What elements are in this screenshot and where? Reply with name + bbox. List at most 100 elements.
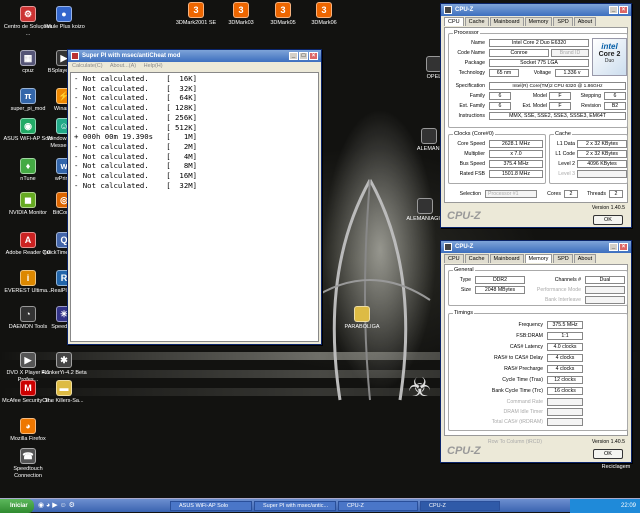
processor-group-title: Processor bbox=[453, 30, 480, 36]
rcd-value: 4 clocks bbox=[547, 354, 583, 362]
task-asus-wifi[interactable]: ASUS WiFi-AP Solo bbox=[170, 501, 252, 511]
desktop-icon-label: PARABOLIGA bbox=[344, 324, 380, 330]
stepping-value: 6 bbox=[604, 92, 626, 100]
tray-clock[interactable]: 22:09 bbox=[621, 503, 636, 509]
level3-value bbox=[577, 170, 627, 178]
tab-cpu[interactable]: CPU bbox=[444, 254, 464, 263]
tab-spd[interactable]: SPD bbox=[553, 254, 573, 263]
rp-label: RAS# Precharge bbox=[504, 366, 543, 372]
timings-group-title: Timings bbox=[453, 310, 475, 316]
app-icon: ◔ bbox=[20, 306, 36, 322]
task-cpuz-2[interactable]: CPU-Z bbox=[420, 501, 500, 511]
quicklaunch-icons[interactable]: ◉ ◕ ▶ ☺ ⚙ bbox=[38, 501, 75, 509]
cache-group: Cache L1 Data 2 x 32 KBytes L1 Code 2 x … bbox=[549, 131, 628, 184]
family-value: 6 bbox=[489, 92, 511, 100]
app-icon: ▦ bbox=[20, 50, 36, 66]
app-icon: 3 bbox=[316, 2, 332, 18]
menu-calculate[interactable]: Calculate(C) bbox=[72, 63, 103, 69]
timings-group: Timings Frequency 375.5 MHz FSB:DRAM 1:1… bbox=[448, 310, 628, 431]
app-icon: M bbox=[20, 380, 36, 396]
start-button[interactable]: Iniciar bbox=[0, 499, 34, 513]
minimize-icon[interactable]: _ bbox=[609, 6, 618, 14]
maximize-icon[interactable]: □ bbox=[299, 52, 308, 60]
desktop-icon[interactable]: PARABOLIGA bbox=[336, 306, 388, 331]
trc-label: Bank Cycle Time (Trc) bbox=[491, 388, 543, 394]
result-line: - Not calculated. [ 512K] bbox=[74, 122, 198, 132]
desktop-icon[interactable]: ◕ Mozilla Firefox bbox=[2, 418, 54, 443]
result-line: - Not calculated. [ 256K] bbox=[74, 112, 198, 122]
cores-label: Cores bbox=[547, 191, 561, 197]
close-icon[interactable]: × bbox=[619, 6, 628, 14]
tab-spd[interactable]: SPD bbox=[553, 17, 573, 26]
selection-dropdown[interactable]: Processor #1 bbox=[485, 190, 537, 198]
frequency-label: Frequency bbox=[518, 322, 543, 328]
tab-about[interactable]: About bbox=[573, 17, 597, 26]
size-value: 2048 MBytes bbox=[475, 286, 525, 294]
cpuz-titlebar[interactable]: CPU-Z _ × bbox=[441, 241, 631, 253]
tab-about[interactable]: About bbox=[573, 254, 597, 263]
cr-value bbox=[547, 398, 583, 406]
threads-label: Threads bbox=[586, 191, 606, 197]
result-line: - Not calculated. [ 32K] bbox=[74, 83, 198, 93]
app-icon: ▶ bbox=[20, 352, 36, 368]
cas-value: 4.0 clocks bbox=[547, 343, 583, 351]
cpuz-cpu-panel: Processor Name Intel Core 2 Duo E6320 Co… bbox=[444, 27, 628, 203]
superpi-window[interactable]: Super PI with msec/antiCheat mod _ □ × C… bbox=[67, 49, 322, 345]
desktop-icon-label: The Killers-Sa... bbox=[44, 398, 84, 404]
tab-cpu[interactable]: CPU bbox=[444, 17, 464, 26]
desktop-icon-label: 3DMark06 bbox=[311, 20, 337, 26]
app-icon: A bbox=[20, 232, 36, 248]
biohazard-icon: ☣ bbox=[408, 372, 432, 402]
tab-cache[interactable]: Cache bbox=[464, 254, 489, 263]
tab-memory[interactable]: Memory bbox=[524, 17, 553, 26]
task-superpi[interactable]: Super PI with msec/antic... bbox=[254, 501, 336, 511]
superpi-titlebar[interactable]: Super PI with msec/antiCheat mod _ □ × bbox=[68, 50, 321, 62]
cpuz-cpu-window[interactable]: CPU-Z _ × CPU Cache Mainboard Memory SPD… bbox=[440, 3, 632, 228]
bankint-label: Bank Interleave bbox=[544, 297, 581, 303]
rp-value: 4 clocks bbox=[547, 365, 583, 373]
cpuz-titlebar[interactable]: CPU-Z _ × bbox=[441, 4, 631, 16]
menu-help[interactable]: Help(H) bbox=[144, 63, 163, 69]
minimize-icon[interactable]: _ bbox=[289, 52, 298, 60]
ok-button[interactable]: OK bbox=[593, 215, 623, 225]
result-line: - Not calculated. [ 32M] bbox=[74, 180, 198, 190]
name-value: Intel Core 2 Duo E6320 bbox=[489, 39, 589, 47]
desktop-icon-label: 3DMark05 bbox=[270, 20, 296, 26]
tab-memory[interactable]: Memory bbox=[524, 254, 553, 263]
result-line: - Not calculated. [ 16K] bbox=[74, 74, 198, 83]
name-label: Name bbox=[471, 40, 485, 46]
close-icon[interactable]: × bbox=[619, 243, 628, 251]
l1code-value: 2 x 32 KBytes bbox=[577, 150, 627, 158]
codename-value: Conroe bbox=[489, 49, 549, 57]
close-icon[interactable]: × bbox=[309, 52, 318, 60]
desktop-icon[interactable]: ● eMule Plus koizo bbox=[38, 6, 90, 31]
tab-mainboard[interactable]: Mainboard bbox=[489, 17, 524, 26]
selection-label: Selection bbox=[459, 191, 481, 197]
idle-label: DRAM Idle Timer bbox=[503, 409, 544, 415]
tab-mainboard[interactable]: Mainboard bbox=[489, 254, 524, 263]
desktop-icon[interactable]: ▬ The Killers-Sa... bbox=[38, 380, 90, 405]
cpuz-tabs: CPU Cache Mainboard Memory SPD About bbox=[444, 17, 597, 26]
intel-core2-logo: intel Core 2 Duo bbox=[592, 38, 627, 76]
model-value: F bbox=[549, 92, 571, 100]
busspeed-value: 375.4 MHz bbox=[489, 160, 543, 168]
package-value: Socket 775 LGA bbox=[489, 59, 589, 67]
ok-button[interactable]: OK bbox=[593, 449, 623, 459]
desktop-icon[interactable]: ✱ FlonkerYi-4.2 Beta bbox=[38, 352, 90, 377]
result-line: - Not calculated. [ 2M] bbox=[74, 141, 198, 151]
taskbar: Iniciar ◉ ◕ ▶ ☺ ⚙ ASUS WiFi-AP Solo Supe… bbox=[0, 498, 640, 513]
tab-cache[interactable]: Cache bbox=[464, 17, 489, 26]
multiplier-label: Multiplier bbox=[464, 151, 485, 157]
app-icon: ◼ bbox=[20, 192, 36, 208]
desktop-icon-label: FlonkerYi-4.2 Beta bbox=[41, 370, 87, 376]
menu-about[interactable]: About...(A) bbox=[110, 63, 136, 69]
busspeed-label: Bus Speed bbox=[459, 161, 485, 167]
cpuz-memory-window[interactable]: CPU-Z _ × CPU Cache Mainboard Memory SPD… bbox=[440, 240, 632, 463]
spec-value: Intel(R) Core(TM)2 CPU 6320 @ 1.86GHz bbox=[489, 82, 626, 90]
task-cpuz-1[interactable]: CPU-Z bbox=[338, 501, 418, 511]
minimize-icon[interactable]: _ bbox=[609, 243, 618, 251]
clocks-group: Clocks (Core#0) Core Speed 2628.1 MHz Mu… bbox=[448, 131, 546, 184]
desktop-icon[interactable]: 3 3DMark06 bbox=[298, 2, 350, 27]
package-label: Package bbox=[464, 60, 485, 66]
desktop-icon[interactable]: ☎ Speedtouch Connection bbox=[2, 448, 54, 479]
